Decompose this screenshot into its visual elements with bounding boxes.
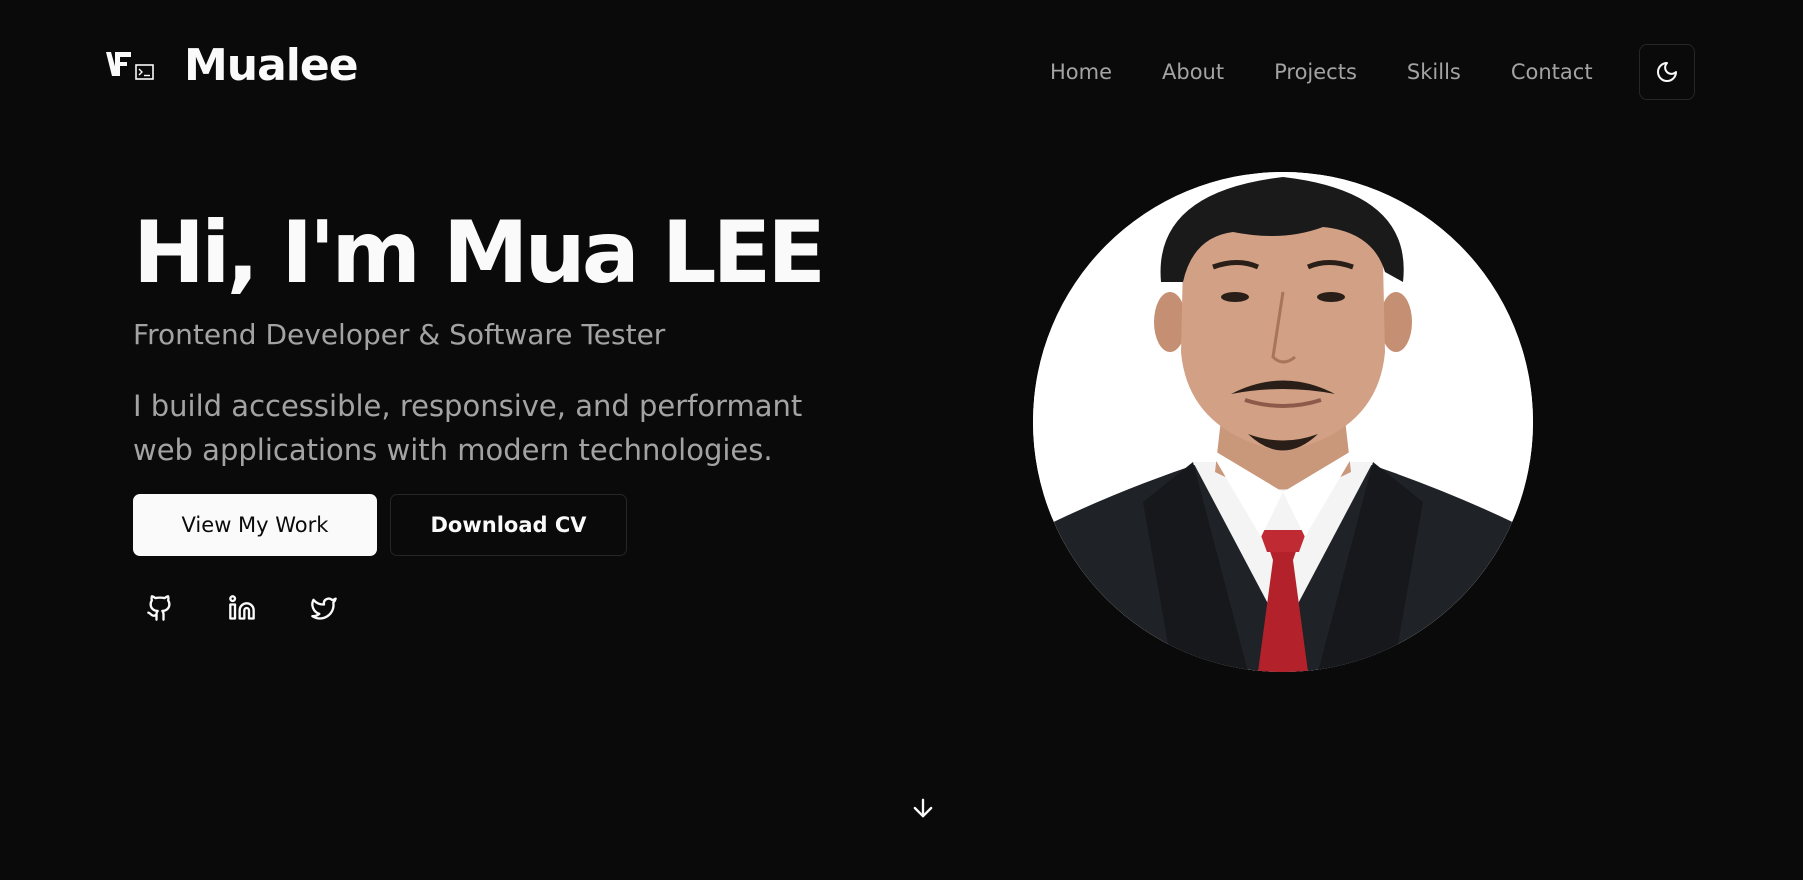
download-cv-button[interactable]: Download CV (390, 494, 627, 556)
page: Mualee Home About Projects Skills Contac… (0, 0, 1803, 880)
github-icon (147, 595, 171, 621)
twitter-link[interactable] (310, 594, 338, 622)
brand-link[interactable]: Mualee (106, 40, 359, 91)
nav-contact[interactable]: Contact (1511, 60, 1593, 84)
profile-photo (1033, 172, 1533, 672)
hero-description: I build accessible, responsive, and perf… (133, 389, 803, 467)
moon-icon (1657, 62, 1677, 82)
hero-subtitle: Frontend Developer & Software Tester (133, 318, 666, 351)
site-header: Mualee Home About Projects Skills Contac… (0, 0, 1803, 148)
vf-terminal-logo-icon (106, 52, 154, 80)
nav-projects[interactable]: Projects (1274, 60, 1357, 84)
linkedin-icon (229, 595, 255, 620)
github-link[interactable] (146, 594, 174, 622)
hero-title: Hi, I'm Mua LEE (133, 203, 826, 303)
theme-toggle-button[interactable] (1639, 44, 1695, 100)
brand-name: Mualee (184, 40, 359, 91)
arrow-down-icon[interactable] (909, 794, 937, 822)
profile-photo-illustration (1033, 172, 1533, 672)
social-links (146, 594, 338, 622)
nav-home[interactable]: Home (1050, 60, 1112, 84)
twitter-icon (311, 597, 337, 620)
nav-about[interactable]: About (1162, 60, 1224, 84)
nav-skills[interactable]: Skills (1407, 60, 1461, 84)
view-my-work-button[interactable]: View My Work (133, 494, 377, 556)
main-nav: Home About Projects Skills Contact (1050, 60, 1593, 84)
linkedin-link[interactable] (228, 594, 256, 622)
